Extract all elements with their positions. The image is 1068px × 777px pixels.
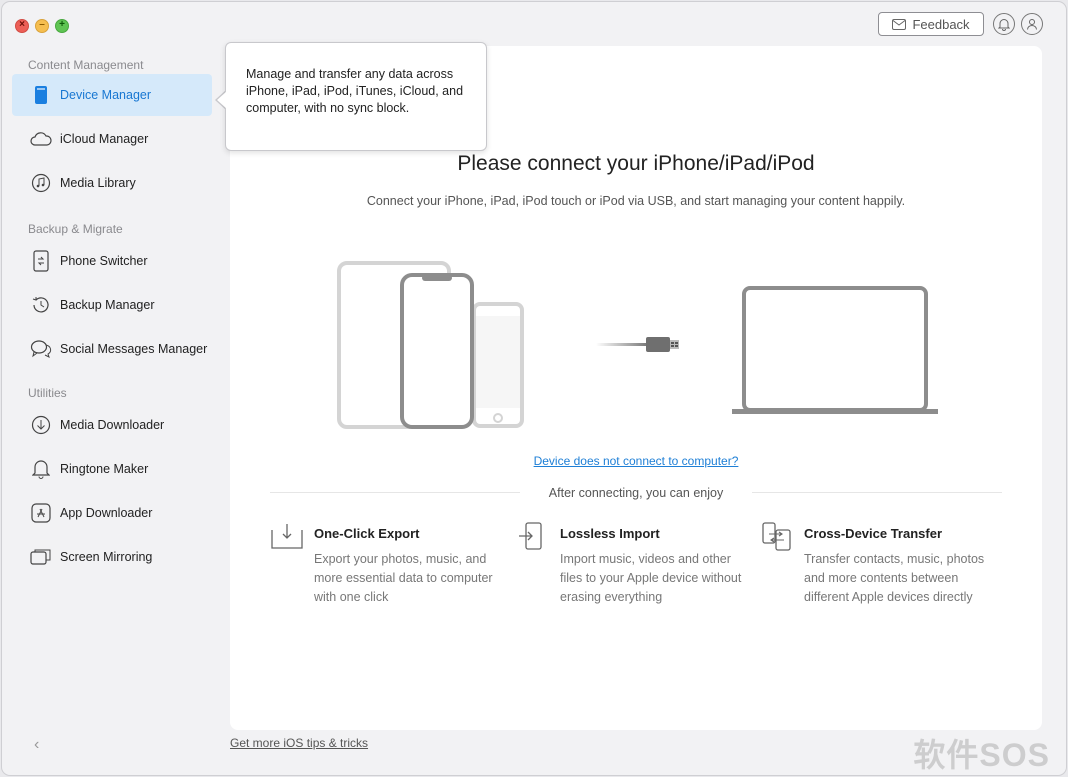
usb-cable-illustration [596,337,679,352]
collapse-sidebar-button[interactable]: ‹ [34,736,39,754]
sidebar-item-label: Device Manager [60,88,152,102]
connection-help-link[interactable]: Device does not connect to computer? [230,454,1042,468]
watermark: 软件SOS [913,737,1050,773]
account-button[interactable] [1021,13,1043,35]
device-manager-tooltip: Manage and transfer any data across iPho… [225,42,487,151]
laptop-illustration [732,286,938,414]
sidebar-item-backup-manager[interactable]: Backup Manager [12,284,212,326]
feature-description: Import music, videos and other files to … [560,552,742,604]
sidebar-item-label: Media Downloader [60,418,165,432]
history-icon [30,294,52,316]
mail-icon [892,18,907,30]
section-title-utilities: Utilities [28,386,67,400]
device-icon [30,84,52,106]
user-icon [1027,19,1037,30]
sidebar-item-label: iCloud Manager [60,132,149,146]
app-window: × – + Feedback Content Management Device… [2,2,1066,775]
feature-title: Lossless Import [560,526,660,541]
sidebar-item-device-manager[interactable]: Device Manager [12,74,212,116]
export-icon [271,524,303,549]
sidebar-item-label: Backup Manager [60,298,155,312]
section-title-content-management: Content Management [28,58,144,72]
sidebar-item-ringtone-maker[interactable]: Ringtone Maker [12,448,212,490]
import-icon [519,522,542,550]
tooltip-text: Manage and transfer any data across iPho… [246,67,464,115]
tooltip-arrow-fill [217,91,227,109]
close-window-button[interactable]: × [15,19,29,33]
maximize-window-button[interactable]: + [55,19,69,33]
sidebar-item-label: Media Library [60,176,136,190]
transfer-icon [762,522,791,551]
close-glyph: × [19,19,25,30]
sidebar-item-icloud-manager[interactable]: iCloud Manager [12,118,212,160]
devices-illustration [337,261,524,429]
sidebar-item-media-library[interactable]: Media Library [12,162,212,204]
iphone-graphic [400,273,474,429]
feature-description: Transfer contacts, music, photos and mor… [804,552,985,604]
app-store-icon [30,502,52,524]
sidebar-item-label: App Downloader [60,506,153,520]
feature-title: One-Click Export [314,526,420,541]
sidebar: Content Management Device Manager iCloud… [2,42,228,775]
download-icon [30,414,52,436]
sidebar-item-label: Phone Switcher [60,254,148,268]
sidebar-item-label: Ringtone Maker [60,462,149,476]
chat-icon [30,338,52,360]
sidebar-item-label: Social Messages Manager [60,342,208,356]
bell-icon [998,18,1010,31]
notifications-button[interactable] [993,13,1015,35]
sidebar-item-label: Screen Mirroring [60,550,153,564]
sidebar-item-app-downloader[interactable]: App Downloader [12,492,212,534]
mirror-icon [30,546,52,568]
sidebar-item-media-downloader[interactable]: Media Downloader [12,404,212,446]
bell-icon [30,458,52,480]
feedback-label: Feedback [912,16,970,32]
page-subtitle: Connect your iPhone, iPad, iPod touch or… [366,194,906,208]
after-connecting-label: After connecting, you can enjoy [548,486,724,500]
music-icon [30,172,52,194]
ios-tips-link[interactable]: Get more iOS tips & tricks [230,736,368,750]
sidebar-item-screen-mirroring[interactable]: Screen Mirroring [12,536,212,578]
minimize-glyph: – [39,19,45,30]
sidebar-item-phone-switcher[interactable]: Phone Switcher [12,240,212,282]
section-title-backup-migrate: Backup & Migrate [28,222,123,236]
sidebar-item-social-messages-manager[interactable]: Social Messages Manager [12,328,212,370]
phone-switch-icon [30,250,52,272]
feature-description: Export your photos, music, and more esse… [314,552,493,604]
feedback-button[interactable]: Feedback [878,12,984,36]
cloud-icon [30,128,52,150]
page-title: Please connect your iPhone/iPad/iPod [457,152,815,175]
maximize-glyph: + [59,19,65,30]
feature-title: Cross-Device Transfer [804,526,943,541]
minimize-window-button[interactable]: – [35,19,49,33]
